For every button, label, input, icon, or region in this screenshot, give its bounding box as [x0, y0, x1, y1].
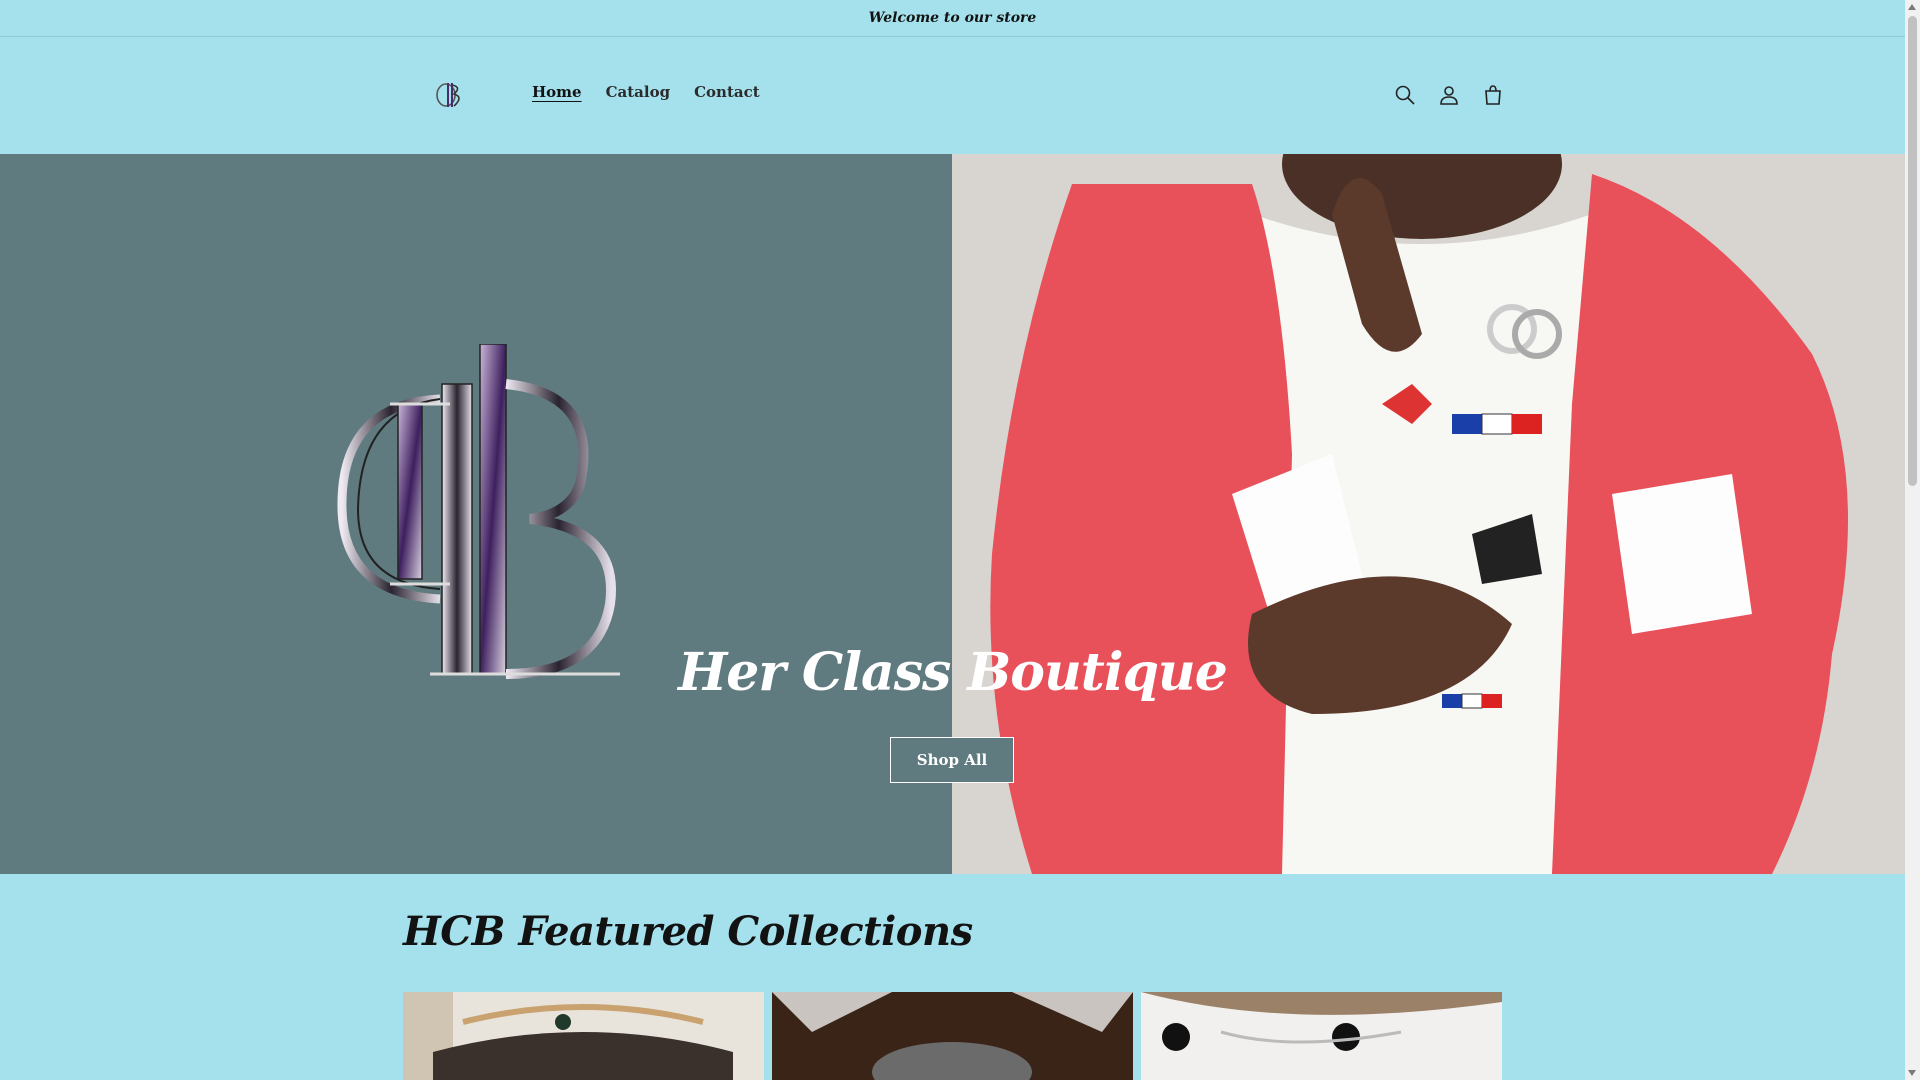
hero-left-panel	[0, 154, 952, 874]
nav-contact[interactable]: Contact	[682, 83, 772, 101]
nav-home[interactable]: Home	[520, 83, 594, 101]
featured-collections-title: HCB Featured Collections	[403, 908, 973, 955]
site-header: Home Catalog Contact	[0, 37, 1905, 153]
hcb-hero-logo	[330, 343, 620, 684]
nav-catalog[interactable]: Catalog	[594, 83, 683, 101]
scroll-down-icon[interactable]	[1908, 1070, 1916, 1076]
collection-card[interactable]	[772, 992, 1133, 1080]
collection-card[interactable]	[1141, 992, 1502, 1080]
announcement-text: Welcome to our store	[868, 10, 1037, 26]
main-nav: Home Catalog Contact	[520, 83, 772, 101]
page-scrollbar[interactable]	[1905, 0, 1920, 1080]
hero-photo	[952, 154, 1905, 874]
hero-banner: Her Class Boutique Shop All	[0, 154, 1905, 874]
shop-all-button[interactable]: Shop All	[890, 737, 1014, 783]
announcement-bar: Welcome to our store	[0, 0, 1905, 37]
header-icons	[1390, 80, 1508, 110]
collection-cards	[403, 992, 1502, 1080]
cart-icon[interactable]	[1478, 80, 1508, 110]
hero-title: Her Class Boutique	[678, 642, 1228, 703]
account-icon[interactable]	[1434, 80, 1464, 110]
scrollbar-thumb[interactable]	[1908, 16, 1917, 486]
scroll-up-icon[interactable]	[1908, 4, 1916, 10]
collection-card[interactable]	[403, 992, 764, 1080]
hcb-monogram-icon[interactable]	[432, 77, 468, 113]
search-icon[interactable]	[1390, 80, 1420, 110]
